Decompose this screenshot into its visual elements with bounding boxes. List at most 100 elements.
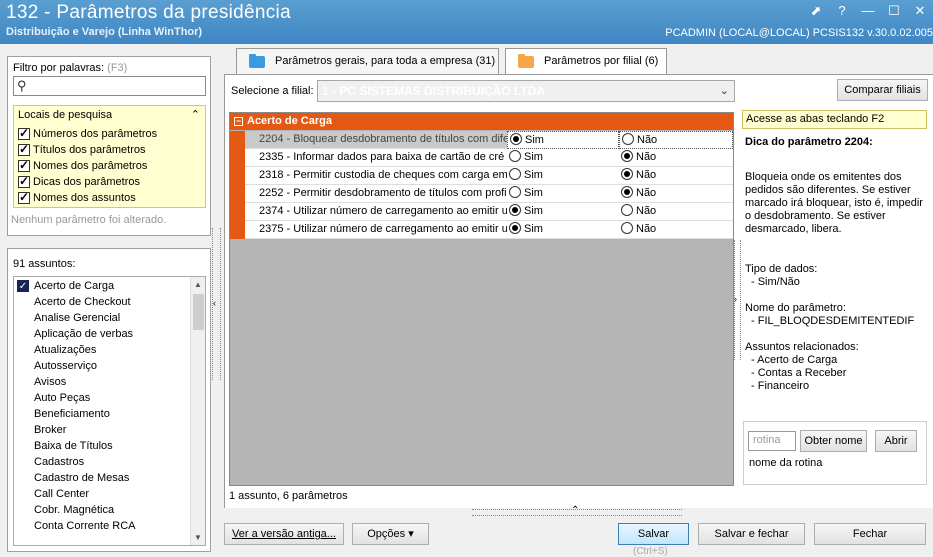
- param-row[interactable]: 2375 - Utilizar número de carregamento a…: [230, 221, 733, 239]
- param-yes-radio[interactable]: Sim: [507, 185, 619, 203]
- param-yes-radio[interactable]: Sim: [507, 203, 619, 221]
- tab-general-params[interactable]: Parâmetros gerais, para toda a empresa (…: [236, 48, 499, 74]
- grid-group-header[interactable]: − Acerto de Carga: [230, 113, 733, 130]
- checkbox[interactable]: [18, 126, 30, 140]
- assunto-list-item[interactable]: Cadastros: [14, 454, 190, 470]
- param-yes-radio[interactable]: Sim: [507, 131, 619, 149]
- assunto-list-item[interactable]: Analise Gerencial: [14, 310, 190, 326]
- grid-status: 1 assunto, 6 parâmetros: [229, 490, 348, 502]
- search-location-option[interactable]: Dicas dos parâmetros: [18, 174, 140, 188]
- param-name[interactable]: 2252 - Permitir desdobramento de títulos…: [245, 185, 507, 203]
- param-row[interactable]: 2204 - Bloquear desdobramento de títulos…: [230, 131, 733, 149]
- save-close-button[interactable]: Salvar e fechar: [698, 523, 805, 545]
- assunto-list-item[interactable]: Atualizações: [14, 342, 190, 358]
- get-name-button[interactable]: Obter nome: [800, 430, 867, 452]
- param-row[interactable]: 2252 - Permitir desdobramento de títulos…: [230, 185, 733, 203]
- assunto-list-item[interactable]: ✓ Acerto de Carga: [14, 278, 190, 294]
- radio-icon: [509, 168, 521, 180]
- checkbox[interactable]: [18, 190, 30, 204]
- scroll-up-icon[interactable]: ▲: [194, 280, 202, 289]
- chevron-right-icon[interactable]: ›: [734, 294, 737, 304]
- assunto-list-item[interactable]: Baixa de Títulos: [14, 438, 190, 454]
- param-no-radio[interactable]: Não: [619, 203, 733, 221]
- search-location-option[interactable]: Títulos dos parâmetros: [18, 142, 146, 156]
- chevron-left-icon[interactable]: ‹: [213, 298, 216, 308]
- param-row[interactable]: 2335 - Informar dados para baixa de cart…: [230, 149, 733, 167]
- maximize-icon[interactable]: ☐: [887, 3, 901, 19]
- tab-filial-params[interactable]: Parâmetros por filial (6): [505, 48, 667, 75]
- param-name[interactable]: 2204 - Bloquear desdobramento de títulos…: [245, 131, 507, 149]
- assunto-list-item[interactable]: Acerto de Checkout: [14, 294, 190, 310]
- scroll-thumb[interactable]: [193, 294, 204, 330]
- open-button[interactable]: Abrir: [875, 430, 917, 452]
- assunto-list-item[interactable]: Cadastro de Mesas: [14, 470, 190, 486]
- checkbox[interactable]: [18, 142, 30, 156]
- assunto-list-item[interactable]: Avisos: [14, 374, 190, 390]
- resize-icon[interactable]: ⬈: [809, 3, 823, 19]
- param-name[interactable]: 2318 - Permitir custodia de cheques com …: [245, 167, 507, 185]
- minimize-icon[interactable]: —: [861, 3, 875, 19]
- folder-icon: [249, 54, 265, 68]
- search-location-option[interactable]: Nomes dos assuntos: [18, 190, 136, 204]
- close-button[interactable]: Fechar: [814, 523, 926, 545]
- assuntos-rel-item: - Acerto de Carga: [751, 354, 838, 366]
- assunto-list-item[interactable]: Conta Corrente RCA: [14, 518, 190, 534]
- checkbox[interactable]: [18, 158, 30, 172]
- filter-panel: Filtro por palavras: (F3) ⚲ Locais de pe…: [7, 56, 211, 236]
- filter-search-input[interactable]: ⚲: [13, 76, 206, 96]
- bottom-splitter[interactable]: ⌃: [472, 505, 682, 516]
- assunto-list-item[interactable]: Beneficiamento: [14, 406, 190, 422]
- radio-icon: [621, 222, 633, 234]
- collapse-chevron-icon[interactable]: ⌃: [191, 108, 200, 121]
- param-row[interactable]: 2318 - Permitir custodia de cheques com …: [230, 167, 733, 185]
- radio-icon: [509, 150, 521, 162]
- chevron-up-icon[interactable]: ⌃: [571, 505, 579, 516]
- chevron-down-icon: ⌄: [719, 85, 729, 97]
- left-splitter[interactable]: ‹: [212, 228, 221, 380]
- param-yes-radio[interactable]: Sim: [507, 221, 619, 239]
- param-no-radio[interactable]: Não: [619, 149, 733, 167]
- param-yes-radio[interactable]: Sim: [507, 149, 619, 167]
- compare-filiais-button[interactable]: Comparar filiais: [837, 79, 928, 101]
- radio-icon: [510, 133, 522, 145]
- param-no-radio[interactable]: Não: [619, 131, 733, 149]
- tip-panel: Dica do parâmetro 2204: Bloqueia onde os…: [742, 130, 933, 420]
- row-indent: [230, 131, 245, 149]
- options-button[interactable]: Opções ▾: [352, 523, 429, 545]
- window-title: 132 - Parâmetros da presidência: [6, 2, 291, 23]
- help-icon[interactable]: ?: [835, 3, 849, 19]
- param-name[interactable]: 2374 - Utilizar número de carregamento a…: [245, 203, 507, 221]
- search-location-label: Nomes dos parâmetros: [33, 160, 148, 172]
- param-name[interactable]: 2335 - Informar dados para baixa de cart…: [245, 149, 507, 167]
- search-location-option[interactable]: Números dos parâmetros: [18, 126, 157, 140]
- assunto-list-item[interactable]: Autosserviço: [14, 358, 190, 374]
- assunto-list-item[interactable]: Call Center: [14, 486, 190, 502]
- save-button[interactable]: Salvar: [618, 523, 689, 545]
- param-no-radio[interactable]: Não: [619, 221, 733, 239]
- assunto-list-item[interactable]: Auto Peças: [14, 390, 190, 406]
- search-location-option[interactable]: Nomes dos parâmetros: [18, 158, 148, 172]
- checkbox-icon[interactable]: ✓: [17, 280, 29, 292]
- row-indent: [230, 185, 245, 203]
- search-locations-box: Locais de pesquisa ⌃ Números dos parâmet…: [13, 105, 206, 208]
- assunto-list-item[interactable]: Broker: [14, 422, 190, 438]
- right-splitter[interactable]: ›: [734, 240, 741, 360]
- checkbox[interactable]: [18, 174, 30, 188]
- filial-select[interactable]: 1 - PC SISTEMAS DISTRIBUIÇÃO LTDA ⌄: [317, 80, 735, 102]
- param-yes-radio[interactable]: Sim: [507, 167, 619, 185]
- collapse-icon[interactable]: −: [234, 116, 243, 126]
- assuntos-scrollbar[interactable]: ▲ ▼: [190, 277, 205, 545]
- assunto-list-item[interactable]: Cobr. Magnética: [14, 502, 190, 518]
- radio-icon: [509, 222, 521, 234]
- close-icon[interactable]: ✕: [913, 3, 927, 19]
- param-no-radio[interactable]: Não: [619, 185, 733, 203]
- param-no-radio[interactable]: Não: [619, 167, 733, 185]
- param-name[interactable]: 2375 - Utilizar número de carregamento a…: [245, 221, 507, 239]
- param-row[interactable]: 2374 - Utilizar número de carregamento a…: [230, 203, 733, 221]
- rotina-input[interactable]: rotina: [748, 431, 796, 451]
- filial-label: Selecione a filial:: [231, 85, 314, 97]
- assunto-list-item[interactable]: Aplicação de verbas: [14, 326, 190, 342]
- assuntos-list[interactable]: ✓ Acerto de Carga Acerto de Checkout Analis…: [13, 276, 206, 546]
- old-version-button[interactable]: Ver a versão antiga...: [224, 523, 344, 545]
- scroll-down-icon[interactable]: ▼: [194, 533, 202, 542]
